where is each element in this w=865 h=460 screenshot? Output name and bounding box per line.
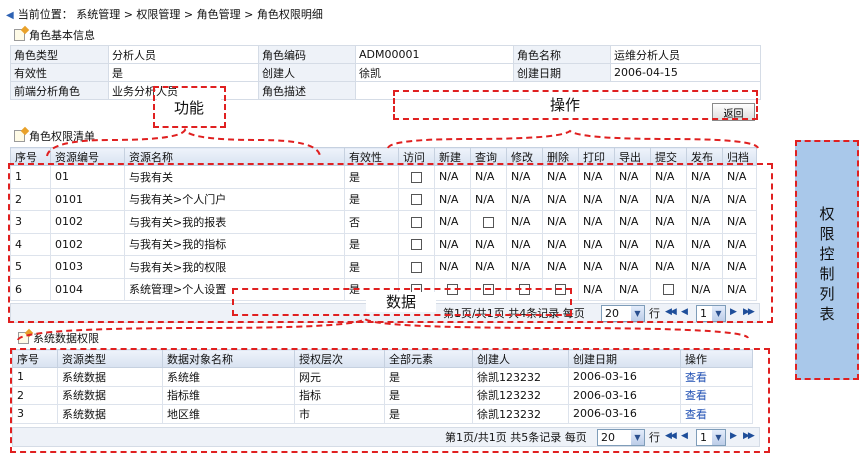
side-panel-label: 权 限 控 制 列 表 — [819, 205, 835, 323]
data-perm-annotation-box — [10, 348, 770, 453]
data-annotation-label: 数据 — [366, 292, 436, 312]
side-panel-annotation: 权 限 控 制 列 表 — [795, 140, 859, 380]
